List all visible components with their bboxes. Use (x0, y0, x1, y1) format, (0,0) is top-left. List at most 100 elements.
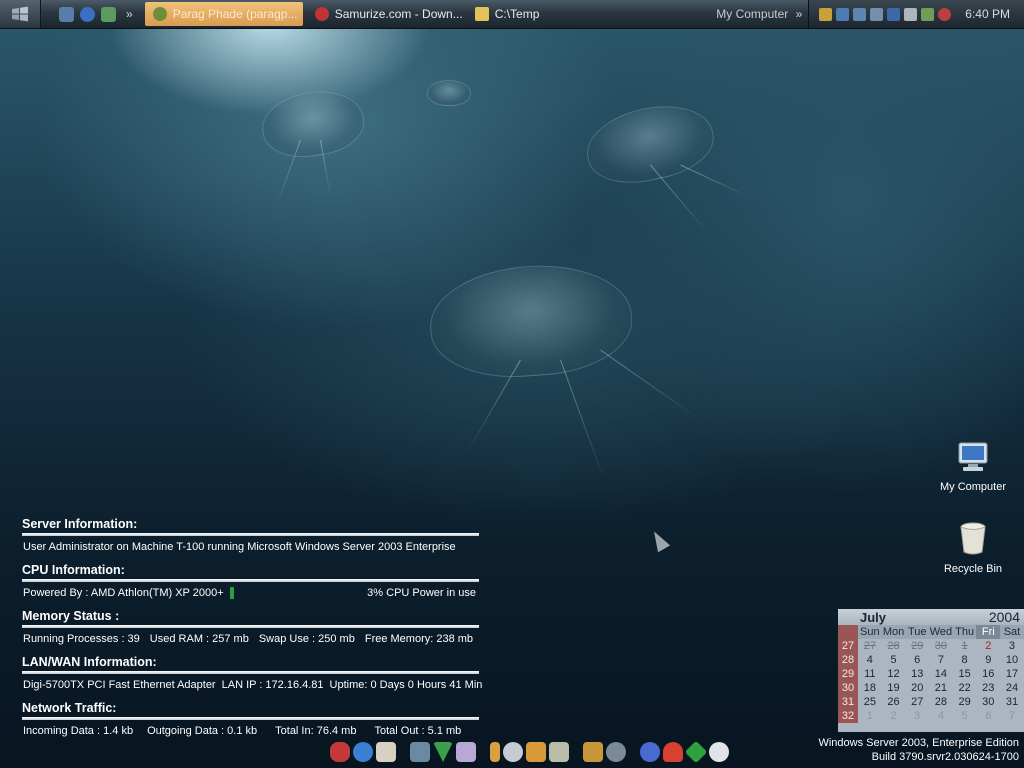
calendar-day[interactable]: 27 (905, 695, 929, 709)
filter-icon[interactable] (887, 7, 901, 21)
antivirus-icon[interactable] (938, 7, 952, 21)
monitor-icon[interactable] (853, 7, 867, 21)
wallpaper-tentacle (650, 164, 709, 235)
task-button-parag[interactable]: Parag Phade (paragp... (144, 2, 303, 26)
memory-used: Used RAM : 257 mb (149, 633, 249, 645)
calendar-day[interactable]: 11 (858, 667, 882, 681)
camera-icon[interactable] (709, 742, 729, 762)
calendar-day[interactable]: 30 (976, 695, 1000, 709)
calendar-day[interactable]: 4 (858, 653, 882, 667)
cd-icon[interactable] (503, 742, 523, 762)
calendar-day[interactable]: 6 (905, 653, 929, 667)
calendar-day[interactable]: 30 (929, 639, 953, 653)
calendar-day[interactable]: 7 (1000, 709, 1024, 723)
calendar-day[interactable]: 17 (1000, 667, 1024, 681)
ie-icon[interactable] (80, 6, 95, 22)
cpu-heading: CPU Information: (22, 563, 125, 577)
diamond-icon[interactable] (684, 740, 708, 764)
day-header: Tue (905, 625, 930, 639)
drive-icon[interactable] (606, 742, 626, 762)
desktop-icon-my-computer[interactable]: My Computer (933, 440, 1013, 493)
winamp-icon[interactable] (433, 742, 453, 762)
desktop-icon-label: Recycle Bin (943, 563, 1003, 575)
calendar-day[interactable]: 9 (976, 653, 1000, 667)
calendar-grid: Sun Mon Tue Wed Thu Fri Sat 27 27 28 29 30 1 2… (838, 625, 1024, 723)
calendar-day[interactable]: 14 (929, 667, 953, 681)
tools-icon[interactable] (101, 6, 116, 22)
clock[interactable]: 6:40 PM (965, 7, 1018, 21)
calendar-day[interactable]: 4 (929, 709, 953, 723)
network-icon[interactable] (836, 7, 850, 21)
calendar-day[interactable]: 10 (1000, 653, 1024, 667)
calendar-day[interactable]: 1 (858, 709, 882, 723)
ie-icon[interactable] (353, 742, 373, 762)
calendar-day[interactable]: 18 (858, 681, 882, 695)
show-desktop-icon[interactable] (59, 6, 74, 22)
calendar-day[interactable]: 23 (976, 681, 1000, 695)
calendar-day[interactable]: 21 (929, 681, 953, 695)
calendar-day[interactable]: 29 (905, 639, 929, 653)
os-build: Build 3790.srvr2.030624-1700 (871, 751, 1019, 763)
calendar-day[interactable]: 26 (882, 695, 906, 709)
task-button-temp[interactable]: C:\Temp (467, 2, 593, 26)
calendar-day[interactable]: 16 (976, 667, 1000, 681)
task-button-samurize[interactable]: Samurize.com - Down... (307, 2, 463, 26)
flash-icon[interactable] (904, 7, 918, 21)
calendar-day[interactable]: 5 (953, 709, 977, 723)
tray-app-icon[interactable] (819, 7, 833, 21)
calendar-day[interactable]: 27 (858, 639, 882, 653)
calendar-day[interactable]: 1 (953, 639, 977, 653)
mail-icon[interactable] (376, 742, 396, 762)
memory-free: Free Memory: 238 mb (364, 633, 474, 645)
calendar-day[interactable]: 13 (905, 667, 929, 681)
desktop-icon-recycle-bin[interactable]: Recycle Bin (933, 522, 1013, 575)
calendar-day[interactable]: 12 (882, 667, 906, 681)
calendar-day[interactable]: 3 (1000, 639, 1024, 653)
calendar-day[interactable]: 19 (882, 681, 906, 695)
lan-adapter: Digi-5700TX PCI Fast Ethernet Adapter (23, 679, 216, 691)
my-computer-toolbar[interactable]: My Computer » (716, 7, 808, 21)
calendar-day[interactable]: 24 (1000, 681, 1024, 695)
calendar-day[interactable]: 28 (882, 639, 906, 653)
calendar-day[interactable]: 3 (905, 709, 929, 723)
mouse-cursor (648, 528, 671, 553)
burst-icon[interactable] (456, 742, 476, 762)
calendar-day[interactable]: 28 (929, 695, 953, 709)
computer-icon (958, 442, 988, 471)
game-icon[interactable] (663, 742, 683, 762)
calendar-day[interactable]: 7 (929, 653, 953, 667)
media-icon[interactable] (583, 742, 603, 762)
calendar-day[interactable]: 6 (976, 709, 1000, 723)
calendar-day[interactable]: 25 (858, 695, 882, 709)
quick-launch-more-icon[interactable]: » (126, 7, 133, 21)
calendar-day[interactable]: 22 (953, 681, 977, 695)
calendar-day[interactable]: 29 (953, 695, 977, 709)
notepad-icon[interactable] (549, 742, 569, 762)
divider (22, 625, 479, 628)
run-icon[interactable] (526, 742, 546, 762)
calendar-day[interactable]: 5 (882, 653, 906, 667)
calendar-month: July (860, 609, 887, 625)
user-icon[interactable] (490, 742, 500, 762)
task-label: C:\Temp (494, 7, 540, 21)
taskbar: » Parag Phade (paragp... Samurize.com - … (0, 0, 1024, 29)
hardware-icon[interactable] (921, 7, 935, 21)
toolbar-more-icon[interactable]: » (796, 7, 803, 21)
server-icon[interactable] (410, 742, 430, 762)
search-icon[interactable] (640, 742, 660, 762)
calendar-year: 2004 (988, 609, 1020, 625)
tools-icon[interactable] (870, 7, 884, 21)
calendar-day[interactable]: 20 (905, 681, 929, 695)
calendar-day[interactable]: 31 (1000, 695, 1024, 709)
calendar-day[interactable]: 2 (976, 639, 1000, 653)
week-number: 28 (838, 653, 858, 667)
calendar-day[interactable]: 8 (953, 653, 977, 667)
calendar-day[interactable]: 2 (882, 709, 906, 723)
calendar-day[interactable]: 15 (953, 667, 977, 681)
os-build-watermark: Windows Server 2003, Enterprise Edition … (818, 736, 1019, 764)
week-number: 31 (838, 695, 858, 709)
wallpaper-jellyfish (427, 80, 471, 106)
wallpaper-tentacle (600, 349, 700, 420)
start-button[interactable] (0, 0, 41, 28)
magnet-icon[interactable] (330, 742, 350, 762)
